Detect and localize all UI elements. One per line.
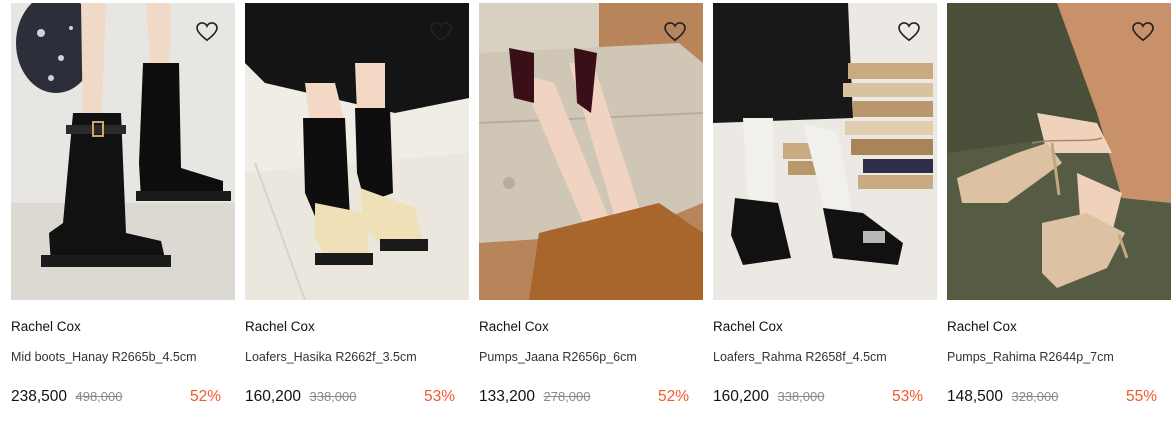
price-row: 160,200 338,000 53% <box>245 388 469 408</box>
sale-price: 238,500 <box>11 388 68 405</box>
product-image[interactable] <box>479 3 703 300</box>
product-name[interactable]: Pumps_Jaana R2656p_6cm <box>479 350 637 364</box>
product-image[interactable] <box>947 3 1171 300</box>
product-image[interactable] <box>245 3 469 300</box>
product-card[interactable]: Rachel Cox Pumps_Rahima R2644p_7cm 148,5… <box>947 0 1171 422</box>
product-image[interactable] <box>713 3 937 300</box>
original-price: 278,000 <box>543 389 591 404</box>
sale-price: 160,200 <box>713 388 770 405</box>
original-price: 338,000 <box>309 389 357 404</box>
wishlist-heart-icon[interactable] <box>1132 22 1154 42</box>
discount-rate: 52% <box>657 388 689 405</box>
sale-price: 160,200 <box>245 388 302 405</box>
price-row: 133,200 278,000 52% <box>479 388 703 408</box>
product-name[interactable]: Loafers_Rahma R2658f_4.5cm <box>713 350 887 364</box>
original-price: 328,000 <box>1011 389 1059 404</box>
wishlist-heart-icon[interactable] <box>196 22 218 42</box>
product-name[interactable]: Mid boots_Hanay R2665b_4.5cm <box>11 350 197 364</box>
product-card[interactable]: Rachel Cox Loafers_Hasika R2662f_3.5cm 1… <box>245 0 469 422</box>
brand-name: Rachel Cox <box>713 319 783 334</box>
wishlist-heart-icon[interactable] <box>430 22 452 42</box>
wishlist-heart-icon[interactable] <box>898 22 920 42</box>
product-grid: Rachel Cox Mid boots_Hanay R2665b_4.5cm … <box>0 0 1175 422</box>
product-name[interactable]: Pumps_Rahima R2644p_7cm <box>947 350 1114 364</box>
product-card[interactable]: Rachel Cox Pumps_Jaana R2656p_6cm 133,20… <box>479 0 703 422</box>
original-price: 338,000 <box>777 389 825 404</box>
price-row: 160,200 338,000 53% <box>713 388 937 408</box>
discount-rate: 53% <box>891 388 923 405</box>
product-image[interactable] <box>11 3 235 300</box>
product-card[interactable]: Rachel Cox Mid boots_Hanay R2665b_4.5cm … <box>11 0 235 422</box>
wishlist-heart-icon[interactable] <box>664 22 686 42</box>
price-row: 238,500 498,000 52% <box>11 388 235 408</box>
discount-rate: 53% <box>423 388 455 405</box>
sale-price: 148,500 <box>947 388 1004 405</box>
product-card[interactable]: Rachel Cox Loafers_Rahma R2658f_4.5cm 16… <box>713 0 937 422</box>
brand-name: Rachel Cox <box>245 319 315 334</box>
sale-price: 133,200 <box>479 388 536 405</box>
original-price: 498,000 <box>75 389 123 404</box>
discount-rate: 52% <box>189 388 221 405</box>
brand-name: Rachel Cox <box>479 319 549 334</box>
brand-name: Rachel Cox <box>11 319 81 334</box>
discount-rate: 55% <box>1125 388 1157 405</box>
brand-name: Rachel Cox <box>947 319 1017 334</box>
price-row: 148,500 328,000 55% <box>947 388 1171 408</box>
product-name[interactable]: Loafers_Hasika R2662f_3.5cm <box>245 350 417 364</box>
